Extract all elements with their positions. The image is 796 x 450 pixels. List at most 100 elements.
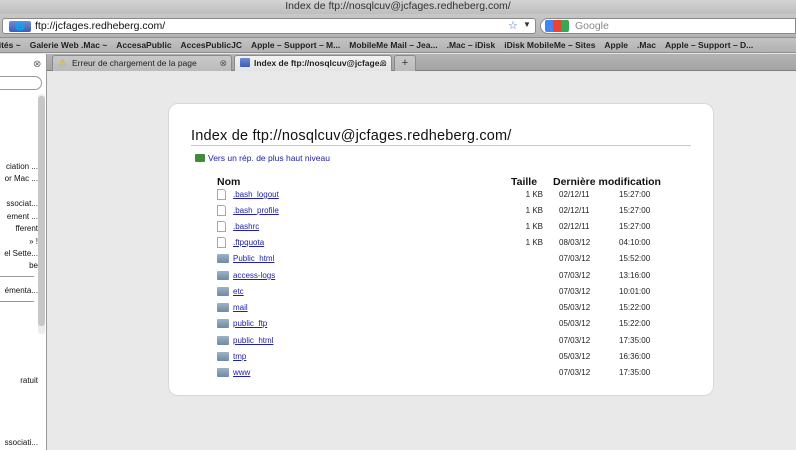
url-text[interactable]: ftp://jcfages.redheberg.com/	[35, 20, 165, 33]
new-tab-button[interactable]: +	[394, 55, 416, 71]
navigation-toolbar: 🌐 ftp://jcfages.redheberg.com/ ☆ ▼ Googl…	[0, 14, 796, 38]
table-row: www 07/03/12 17:35:00	[217, 366, 667, 382]
table-row: .bashrc 1 KB 02/12/11 15:27:00	[217, 220, 667, 236]
tab-error-page[interactable]: ⚠ Erreur de chargement de la page ⊗	[52, 55, 232, 71]
entry-size: 1 KB	[525, 222, 543, 231]
sidebar-item[interactable]: ssociati...	[0, 438, 38, 448]
sidebar-item[interactable]: émenta...	[0, 286, 38, 296]
tab-close-icon[interactable]: ⊗	[219, 56, 227, 70]
table-row: .bash_profile 1 KB 02/12/11 15:27:00	[217, 204, 667, 220]
url-dropdown-icon[interactable]: ▼	[523, 20, 531, 29]
bookmarks-bar: sités ~ Galerie Web .Mac ~ AccesaPublic Acc…	[0, 38, 796, 53]
site-identity-icon[interactable]: 🌐	[9, 21, 31, 32]
entry-name-link[interactable]: .ftpquota	[233, 238, 264, 247]
entry-date: 07/03/12	[559, 336, 591, 345]
folder-icon	[217, 336, 229, 345]
entry-time: 15:27:00	[619, 206, 651, 215]
sidebar-search-input[interactable]	[0, 76, 42, 90]
sidebar-item[interactable]: el Sette...	[0, 249, 38, 259]
bookmark-star-icon[interactable]: ☆	[508, 19, 518, 32]
table-row: etc 07/03/12 10:01:00	[217, 285, 667, 301]
entry-time: 15:27:00	[619, 222, 651, 231]
entry-time: 17:35:00	[619, 368, 651, 377]
url-bar[interactable]: 🌐 ftp://jcfages.redheberg.com/ ☆ ▼	[2, 18, 536, 34]
bookmark-item[interactable]: .Mac – iDisk	[447, 38, 496, 52]
entry-date: 02/12/11	[559, 206, 590, 215]
entry-time: 16:36:00	[619, 352, 651, 361]
google-engine-icon[interactable]	[545, 20, 569, 32]
entry-time: 10:01:00	[619, 287, 651, 296]
directory-listing-card: Index de ftp://nosqlcuv@jcfages.redheber…	[168, 103, 714, 396]
entry-date: 02/12/11	[559, 190, 590, 199]
bookmark-item[interactable]: Apple	[604, 38, 628, 52]
search-placeholder[interactable]: Google	[575, 20, 609, 33]
entry-date: 05/03/12	[559, 319, 591, 328]
entry-name-link[interactable]: .bash_logout	[233, 190, 279, 199]
entry-date: 05/03/12	[559, 352, 591, 361]
entry-name-link[interactable]: access-logs	[233, 271, 275, 280]
entry-time: 15:22:00	[619, 303, 651, 312]
entry-time: 15:22:00	[619, 319, 651, 328]
sidebar-item[interactable]: ssociat...	[0, 199, 38, 209]
entry-name-link[interactable]: tmp	[233, 352, 246, 361]
folder-icon	[217, 271, 229, 280]
folder-icon	[217, 254, 229, 263]
sidebar-item[interactable]: ratuit	[0, 376, 38, 386]
bookmark-item[interactable]: Apple – Support – D...	[665, 38, 753, 52]
folder-icon	[217, 368, 229, 377]
entry-name-link[interactable]: .bash_profile	[233, 206, 279, 215]
bookmark-item[interactable]: iDisk MobileMe – Sites	[504, 38, 595, 52]
entry-time: 15:27:00	[619, 190, 651, 199]
sidebar-close-icon[interactable]: ⊗	[33, 59, 41, 70]
table-row: .ftpquota 1 KB 08/03/12 04:10:00	[217, 236, 667, 252]
entry-name-link[interactable]: www	[233, 368, 250, 377]
table-row: access-logs 07/03/12 13:16:00	[217, 269, 667, 285]
parent-directory-link[interactable]: Vers un rép. de plus haut niveau	[208, 153, 330, 163]
tab-bar: ⚠ Erreur de chargement de la page ⊗ Index…	[47, 54, 796, 71]
window-title: Index de ftp://nosqlcuv@jcfages.redheber…	[0, 0, 796, 14]
entry-date: 08/03/12	[559, 238, 591, 247]
table-row: .bash_logout 1 KB 02/12/11 15:27:00	[217, 188, 667, 204]
bookmark-item[interactable]: MobileMe Mail – Jea...	[349, 38, 437, 52]
sidebar-item[interactable]: ement ...	[0, 212, 38, 222]
sidebar-item[interactable]: ciation ...	[0, 162, 38, 172]
sidebar-scrollbar-thumb[interactable]	[38, 96, 45, 326]
entry-time: 17:35:00	[619, 336, 651, 345]
entry-time: 15:52:00	[619, 254, 651, 263]
bookmark-item[interactable]: sités ~	[0, 38, 21, 52]
file-icon	[217, 221, 226, 232]
sidebar-item[interactable]: or Mac ...	[0, 174, 38, 184]
bookmark-item[interactable]: .Mac	[637, 38, 656, 52]
search-box[interactable]: Google	[540, 18, 796, 34]
sidebar-item[interactable]: fferent	[0, 224, 38, 234]
entry-name-link[interactable]: public_html	[233, 336, 273, 345]
entry-name-link[interactable]: .bashrc	[233, 222, 259, 231]
sidebar-item[interactable]: be	[0, 261, 38, 271]
tab-close-icon[interactable]: ⊗	[379, 56, 387, 70]
bookmark-item[interactable]: Apple – Support – M...	[251, 38, 340, 52]
file-icon	[217, 189, 226, 200]
bookmark-item[interactable]: Galerie Web .Mac ~	[30, 38, 108, 52]
entry-date: 05/03/12	[559, 303, 591, 312]
entry-name-link[interactable]: mail	[233, 303, 248, 312]
folder-icon	[217, 352, 229, 361]
table-row: public_html 07/03/12 17:35:00	[217, 334, 667, 350]
entry-date: 02/12/11	[559, 222, 590, 231]
bookmark-item[interactable]: AccesaPublic	[116, 38, 171, 52]
tab-ftp-index[interactable]: Index de ftp://nosqlcuv@jcfage... ⊗	[234, 55, 392, 71]
entry-name-link[interactable]: etc	[233, 287, 244, 296]
title-divider	[191, 145, 691, 146]
table-row: tmp 05/03/12 16:36:00	[217, 350, 667, 366]
entry-size: 1 KB	[525, 190, 543, 199]
sidebar-separator	[0, 301, 34, 302]
table-row: mail 05/03/12 15:22:00	[217, 301, 667, 317]
folder-icon	[217, 319, 229, 328]
sidebar-separator	[0, 276, 34, 277]
sidebar-item[interactable]: » !	[0, 237, 38, 247]
file-icon	[217, 205, 226, 216]
entry-name-link[interactable]: Public_html	[233, 254, 274, 263]
bookmark-item[interactable]: AccesPublicJC	[181, 38, 242, 52]
column-header-size: Taille	[511, 176, 538, 188]
entry-name-link[interactable]: public_ftp	[233, 319, 267, 328]
column-header-name: Nom	[217, 176, 241, 188]
